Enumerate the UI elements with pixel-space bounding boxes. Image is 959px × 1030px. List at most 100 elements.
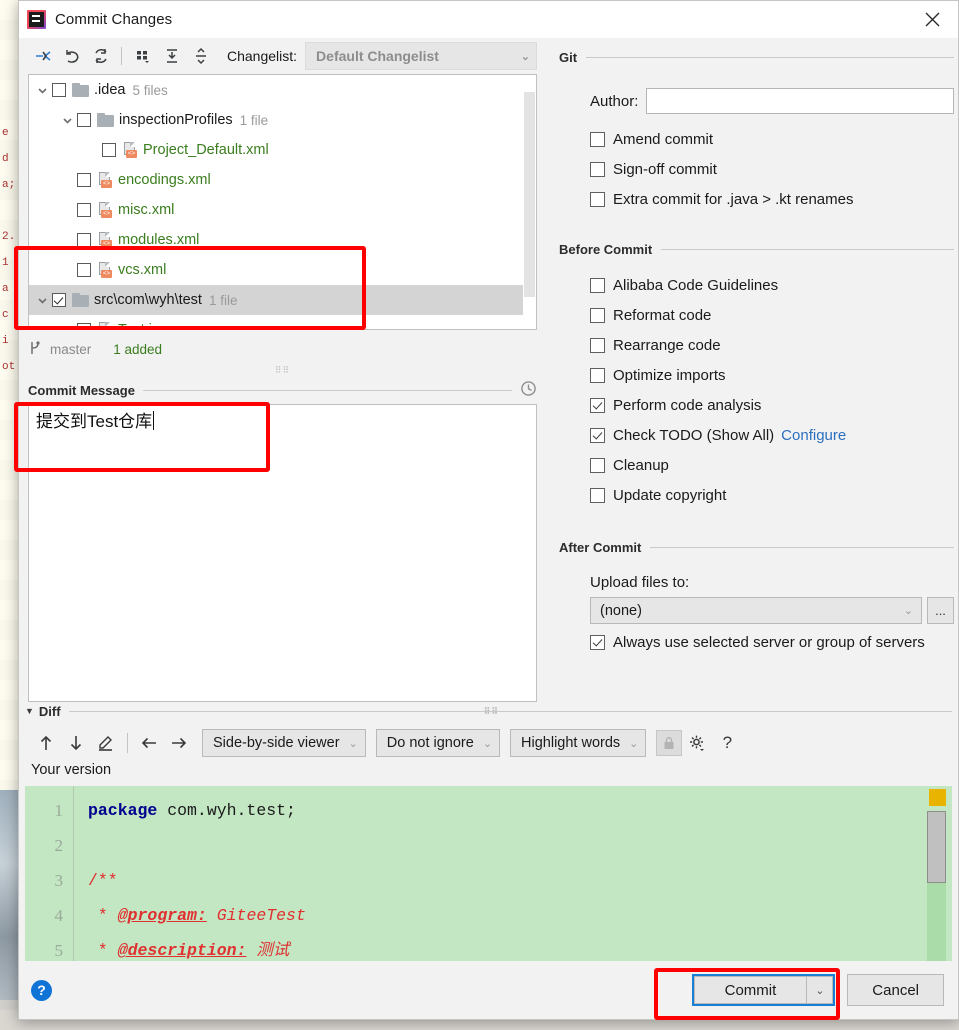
tree-row[interactable]: <> modules.xml xyxy=(29,225,536,255)
tree-row-checkbox[interactable] xyxy=(52,293,66,307)
option-checkbox[interactable] xyxy=(590,191,605,207)
group-by-icon[interactable] xyxy=(128,42,157,70)
tree-row[interactable]: J Test.java xyxy=(29,315,536,329)
always-use-server-option[interactable]: Always use selected server or group of s… xyxy=(559,627,954,657)
chevron-down-icon[interactable] xyxy=(32,85,52,96)
highlight-mode-value: Highlight words xyxy=(521,735,621,751)
line-number: 3 xyxy=(54,871,64,890)
changelist-dropdown[interactable]: Default Changelist ⌄ xyxy=(305,42,537,70)
option-row[interactable]: Check TODO (Show All) Configure xyxy=(559,420,954,450)
gear-icon[interactable] xyxy=(682,729,712,757)
author-input[interactable] xyxy=(646,88,954,114)
option-row[interactable]: Sign-off commit xyxy=(559,154,954,184)
code-content[interactable]: package com.wyh.test; /** * @program: Gi… xyxy=(88,786,952,961)
next-difference-icon[interactable] xyxy=(61,729,91,757)
close-icon[interactable] xyxy=(906,1,958,38)
option-checkbox[interactable] xyxy=(590,337,605,353)
tree-row[interactable]: src\com\wyh\test 1 file xyxy=(29,285,536,315)
option-checkbox[interactable] xyxy=(590,487,605,503)
diff-splitter-grip[interactable]: ⠿⠿ xyxy=(484,706,499,717)
whitespace-mode-dropdown[interactable]: Do not ignore ⌄ xyxy=(375,729,501,757)
accept-right-icon[interactable] xyxy=(164,729,194,757)
commit-message-input[interactable]: 提交到Test仓库 xyxy=(28,404,537,702)
clock-icon[interactable] xyxy=(520,380,537,400)
highlight-mode-dropdown[interactable]: Highlight words ⌄ xyxy=(510,729,647,757)
collapse-selection-icon[interactable] xyxy=(28,42,57,70)
question-mark-icon[interactable]: ? xyxy=(712,729,742,757)
diff-code-area[interactable]: 1 2 3 4 5 package com.wyh.test; /** * @progr… xyxy=(25,786,952,961)
help-icon[interactable]: ? xyxy=(31,979,52,1001)
collapse-all-icon[interactable] xyxy=(186,42,215,70)
tree-row-checkbox[interactable] xyxy=(102,143,116,157)
lock-icon[interactable] xyxy=(656,730,683,756)
option-row[interactable]: Rearrange code xyxy=(559,330,954,360)
chevron-down-icon: ⌄ xyxy=(348,737,358,750)
option-row[interactable]: Amend commit xyxy=(559,124,954,154)
tree-row[interactable]: <> encodings.xml xyxy=(29,165,536,195)
tree-row-checkbox[interactable] xyxy=(77,113,91,127)
tree-row-checkbox[interactable] xyxy=(52,83,66,97)
tree-scrollbar-thumb[interactable] xyxy=(524,92,535,297)
option-checkbox[interactable] xyxy=(590,457,605,473)
option-checkbox[interactable] xyxy=(590,161,605,177)
code-scrollbar-thumb[interactable] xyxy=(927,811,946,883)
option-row[interactable]: Optimize imports xyxy=(559,360,954,390)
option-row[interactable]: Alibaba Code Guidelines xyxy=(559,270,954,300)
option-row[interactable]: Extra commit for .java > .kt renames xyxy=(559,184,954,214)
tree-row-checkbox[interactable] xyxy=(77,233,91,247)
option-checkbox[interactable] xyxy=(590,307,605,323)
option-label: Reformat code xyxy=(613,306,712,324)
tree-row[interactable]: .idea 5 files xyxy=(29,75,536,105)
commit-dropdown-chevron-down-icon[interactable]: ⌄ xyxy=(806,976,834,1004)
configure-link[interactable]: Configure xyxy=(781,427,846,444)
line-number: 2 xyxy=(54,836,64,855)
changed-files-tree[interactable]: .idea 5 files inspectionProfiles 1 file <> Pr… xyxy=(28,74,537,330)
changelist-value: Default Changelist xyxy=(316,48,439,64)
cancel-button[interactable]: Cancel xyxy=(847,974,944,1006)
option-checkbox[interactable] xyxy=(590,131,605,147)
option-label: Update copyright xyxy=(613,486,727,504)
tree-row[interactable]: <> vcs.xml xyxy=(29,255,536,285)
accept-left-icon[interactable] xyxy=(134,729,164,757)
tree-row-checkbox[interactable] xyxy=(77,323,91,329)
before-commit-list: Alibaba Code Guidelines Reformat code Rear… xyxy=(559,270,954,510)
splitter-handle[interactable]: ⠿⠿ xyxy=(22,364,543,376)
browse-servers-button[interactable]: ... xyxy=(927,597,954,624)
option-row[interactable]: Cleanup xyxy=(559,450,954,480)
diff-marker-warning xyxy=(929,789,946,806)
upload-server-dropdown[interactable]: (none) ⌄ xyxy=(590,597,922,624)
tree-row[interactable]: <> Project_Default.xml xyxy=(29,135,536,165)
tree-row-checkbox[interactable] xyxy=(77,263,91,277)
chevron-down-icon[interactable] xyxy=(32,295,52,306)
commit-button[interactable]: Commit xyxy=(693,976,807,1004)
viewer-mode-dropdown[interactable]: Side-by-side viewer ⌄ xyxy=(202,729,366,757)
always-use-server-checkbox[interactable] xyxy=(590,634,605,650)
option-checkbox[interactable] xyxy=(590,427,605,443)
tree-row[interactable]: inspectionProfiles 1 file xyxy=(29,105,536,135)
tree-row[interactable]: <> misc.xml xyxy=(29,195,536,225)
option-checkbox[interactable] xyxy=(590,397,605,413)
tree-row-checkbox[interactable] xyxy=(77,173,91,187)
refresh-icon[interactable] xyxy=(86,42,115,70)
revert-icon[interactable] xyxy=(57,42,86,70)
option-row[interactable]: Reformat code xyxy=(559,300,954,330)
option-checkbox[interactable] xyxy=(590,277,605,293)
tree-scrollbar[interactable] xyxy=(523,75,536,329)
author-label: Author: xyxy=(590,92,639,110)
chevron-down-icon[interactable] xyxy=(57,115,77,126)
xml-file-icon: <> xyxy=(97,172,113,188)
collapse-triangle-icon[interactable]: ▼ xyxy=(25,706,34,716)
header-divider xyxy=(142,389,512,391)
previous-difference-icon[interactable] xyxy=(31,729,61,757)
dialog-body: Changelist: Default Changelist ⌄ .idea 5 … xyxy=(19,38,958,1019)
edit-source-icon[interactable] xyxy=(91,729,121,757)
option-row[interactable]: Perform code analysis xyxy=(559,390,954,420)
tree-row-checkbox[interactable] xyxy=(77,203,91,217)
tree-row-name: .idea xyxy=(94,82,126,98)
expand-all-icon[interactable] xyxy=(157,42,186,70)
option-row[interactable]: Update copyright xyxy=(559,480,954,510)
line-number: 1 xyxy=(54,801,64,820)
before-commit-label: Before Commit xyxy=(559,241,653,257)
option-checkbox[interactable] xyxy=(590,367,605,383)
